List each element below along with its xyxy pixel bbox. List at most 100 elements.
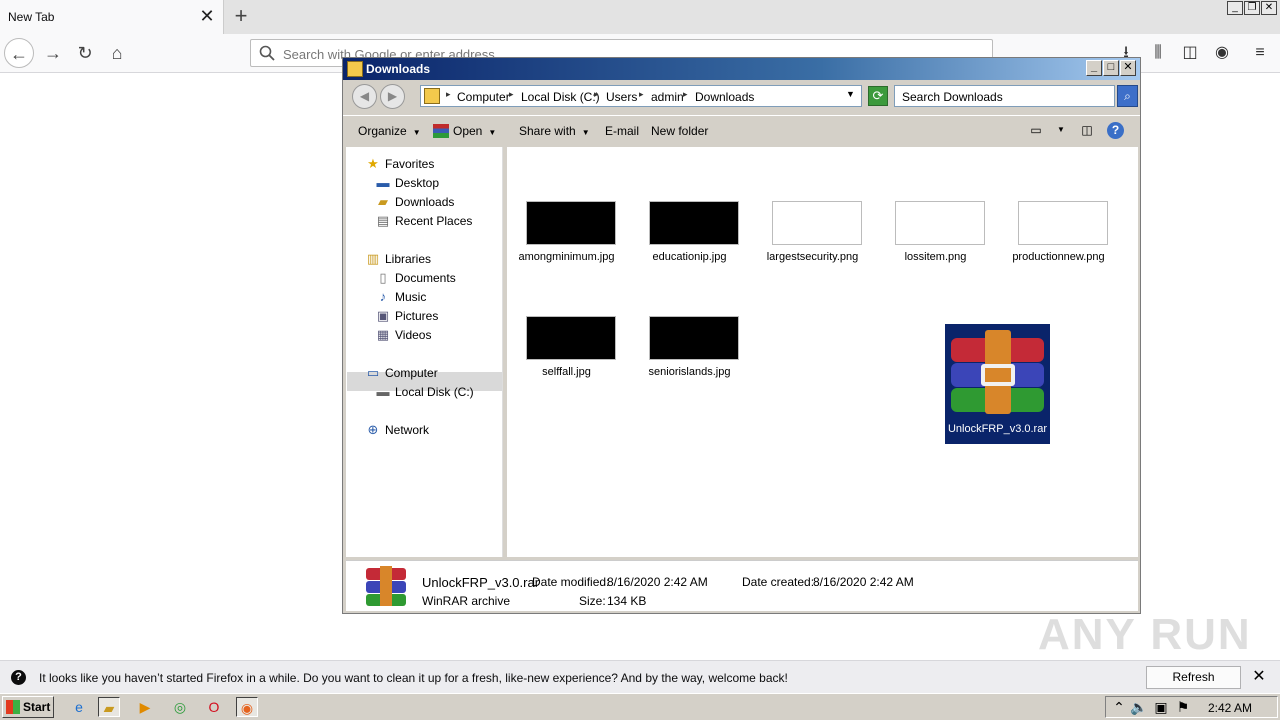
tab-title: New Tab [8, 10, 55, 24]
action-center-flag-icon[interactable]: ⚑ [1172, 697, 1194, 717]
network-tray-icon[interactable]: ▣ [1150, 697, 1172, 717]
date-modified-label: Date modified: [532, 575, 610, 589]
pictures-icon: ▣ [376, 308, 390, 323]
explorer-minimize-button[interactable]: _ [1086, 60, 1102, 76]
file-explorer-icon[interactable]: ▰ [98, 697, 120, 717]
image-thumbnail [526, 316, 616, 360]
firefox-icon[interactable]: ◉ [236, 697, 258, 717]
address-dropdown-icon[interactable]: ▼ [846, 89, 855, 99]
file-item[interactable]: selffall.jpg [514, 312, 619, 432]
breadcrumb-separator-icon[interactable]: ▸ [639, 89, 644, 100]
winrar-archive-icon [362, 566, 410, 606]
email-button[interactable]: E-mail [605, 124, 639, 138]
explorer-window: Downloads _ □ ✕ ◀ ▶ ▸ Computer ▸ Local D… [342, 57, 1141, 614]
search-icon[interactable]: ⌕ [1117, 85, 1138, 107]
view-dropdown-icon[interactable]: ▼ [1053, 123, 1069, 137]
sidebar-icon[interactable]: ◫ [1180, 43, 1200, 63]
taskbar-clock[interactable]: 2:42 AM [1208, 701, 1252, 715]
info-icon: ? [11, 670, 26, 685]
breadcrumb-local-disk[interactable]: Local Disk (C:) [521, 90, 600, 104]
details-file-name: UnlockFRP_v3.0.rar [422, 575, 540, 590]
chevron-down-icon: ▼ [488, 128, 497, 137]
address-row: ◀ ▶ ▸ Computer ▸ Local Disk (C:) ▸ Users… [346, 82, 1138, 112]
details-pane: UnlockFRP_v3.0.rar WinRAR archive Date m… [346, 560, 1138, 611]
nav-label: Documents [395, 271, 456, 285]
tab-new-tab[interactable]: New Tab ✕ [0, 0, 224, 34]
menu-hamburger-icon[interactable]: ≡ [1250, 43, 1270, 63]
chrome-icon[interactable]: ◎ [169, 697, 191, 717]
breadcrumb-computer[interactable]: Computer [457, 90, 510, 104]
minimize-window-button[interactable]: _ [1227, 1, 1243, 15]
restore-window-button[interactable]: ❐ [1244, 1, 1260, 15]
breadcrumb-separator-icon[interactable]: ▸ [509, 89, 514, 100]
recent-places-icon: ▤ [376, 213, 390, 228]
explorer-back-icon[interactable]: ◀ [352, 84, 377, 109]
breadcrumb-separator-icon[interactable]: ▸ [683, 89, 688, 100]
home-icon[interactable]: ⌂ [102, 38, 132, 68]
file-name: seniorislands.jpg [648, 366, 731, 378]
breadcrumb-users[interactable]: Users [606, 90, 637, 104]
explorer-close-button[interactable]: ✕ [1120, 60, 1136, 76]
share-with-button[interactable]: Share with ▼ [519, 124, 590, 138]
tab-close-icon[interactable]: ✕ [198, 6, 216, 26]
breadcrumb-separator-icon[interactable]: ▸ [446, 89, 451, 100]
videos-icon: ▦ [376, 327, 390, 342]
file-name: productionnew.png [1012, 251, 1105, 263]
address-bar[interactable]: ▸ Computer ▸ Local Disk (C:) ▸ Users ▸ a… [420, 85, 862, 107]
opera-icon[interactable]: O [203, 697, 225, 717]
change-view-icon[interactable]: ▭ [1028, 123, 1044, 137]
search-downloads-input[interactable]: Search Downloads [894, 85, 1115, 107]
archive-strap [380, 566, 392, 606]
refresh-icon[interactable]: ⟳ [868, 86, 888, 106]
file-name: educationip.jpg [652, 251, 727, 263]
new-folder-button[interactable]: New folder [651, 124, 708, 138]
file-name: UnlockFRP_v3.0.rar [947, 423, 1048, 435]
file-item[interactable]: educationip.jpg [637, 197, 742, 317]
taskbar: Start e ▰ ▶ ◎ O ◉ ⌃ 🔈 ▣ ⚑ 2:42 AM [0, 693, 1280, 720]
media-player-icon[interactable]: ▶ [134, 697, 156, 717]
date-modified-value: 8/16/2020 2:42 AM [607, 575, 708, 589]
file-item[interactable]: seniorislands.jpg [637, 312, 742, 432]
file-item[interactable]: amongminimum.jpg [514, 197, 619, 317]
file-item[interactable]: largestsecurity.png [760, 197, 865, 317]
file-view: amongminimum.jpg educationip.jpg largest… [507, 147, 1138, 557]
file-item[interactable]: lossitem.png [883, 197, 988, 317]
computer-icon: ▭ [366, 365, 380, 380]
reload-icon[interactable]: ↻ [70, 38, 100, 68]
nav-label: Local Disk (C:) [395, 385, 474, 399]
breadcrumb-downloads[interactable]: Downloads [695, 90, 754, 104]
open-button[interactable]: Open ▼ [433, 124, 496, 138]
internet-explorer-icon[interactable]: e [68, 697, 90, 717]
explorer-forward-icon[interactable]: ▶ [380, 84, 405, 109]
close-icon[interactable]: ✕ [1250, 667, 1268, 687]
show-hidden-icons-icon[interactable]: ⌃ [1108, 697, 1130, 717]
explorer-title-bar[interactable]: Downloads _ □ ✕ [343, 58, 1140, 80]
new-tab-plus-icon[interactable]: + [229, 3, 253, 29]
breadcrumb-separator-icon[interactable]: ▸ [594, 89, 599, 100]
date-created-label: Date created: [742, 575, 815, 589]
forward-arrow-icon[interactable]: → [38, 38, 68, 68]
breadcrumb-admin[interactable]: admin [651, 90, 684, 104]
size-label: Size: [579, 594, 606, 608]
account-icon[interactable]: ◉ [1212, 43, 1232, 63]
close-window-button[interactable]: ✕ [1261, 1, 1277, 15]
nav-label: Videos [395, 328, 432, 342]
preview-pane-icon[interactable]: ◫ [1079, 123, 1095, 137]
volume-icon[interactable]: 🔈 [1128, 697, 1150, 717]
image-thumbnail [649, 201, 739, 245]
file-name: amongminimum.jpg [518, 251, 615, 263]
search-icon [259, 45, 275, 61]
back-arrow-icon[interactable]: ← [4, 38, 34, 68]
desktop-icon: ▬ [376, 175, 390, 190]
library-icon[interactable]: ⫼ [1148, 43, 1168, 63]
drive-icon: ▬ [376, 384, 390, 399]
file-item-selected[interactable]: UnlockFRP_v3.0.rar [945, 324, 1050, 444]
file-item[interactable]: productionnew.png [1006, 197, 1111, 317]
refresh-firefox-button[interactable]: Refresh Firefox… [1146, 666, 1241, 705]
explorer-maximize-button[interactable]: □ [1103, 60, 1119, 76]
nav-label: Favorites [385, 157, 435, 171]
organize-button[interactable]: Organize ▼ [358, 124, 421, 138]
browser-tab-strip: New Tab ✕ + _ ❐ ✕ [0, 0, 1280, 34]
start-button[interactable]: Start [2, 696, 54, 718]
help-icon[interactable]: ? [1107, 122, 1124, 139]
